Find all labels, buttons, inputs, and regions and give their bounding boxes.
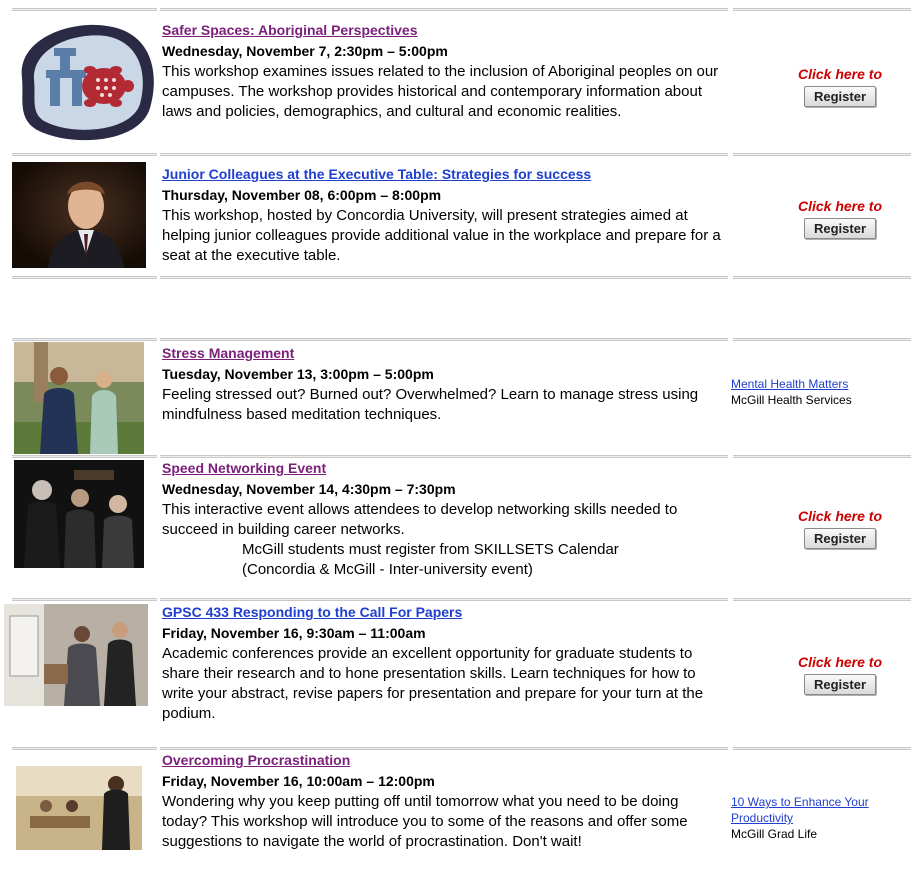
inukshuk-turtle-logo-icon (12, 18, 157, 146)
workshop-title-link[interactable]: Stress Management (162, 343, 294, 363)
divider (12, 8, 157, 11)
poster-session-photo-icon (4, 604, 148, 706)
workshop-description: Academic conferences provide an excellen… (162, 645, 704, 722)
divider (733, 338, 911, 341)
workshop-date: Friday, November 16, 9:30am – 11:00am (162, 625, 426, 641)
workshop-row: Overcoming Procrastination Friday, Novem… (0, 750, 913, 884)
divider (733, 8, 911, 11)
workshop-title-link[interactable]: Junior Colleagues at the Executive Table… (162, 164, 591, 184)
divider (12, 276, 157, 279)
workshop-row: Junior Colleagues at the Executive Table… (0, 158, 913, 278)
divider (160, 153, 728, 156)
register-button[interactable]: Register (803, 528, 877, 549)
workshop-description: This interactive event allows attendees … (162, 501, 678, 538)
workshop-description: Feeling stressed out? Burned out? Overwh… (162, 386, 699, 423)
divider (12, 338, 157, 341)
workshop-title-link[interactable]: Safer Spaces: Aboriginal Perspectives (162, 20, 417, 40)
click-here-label: Click here to (797, 198, 883, 214)
networking-photo-icon (14, 460, 144, 568)
workshop-description: This workshop examines issues related to… (162, 63, 719, 120)
divider (733, 276, 911, 279)
study-hall-photo-icon (16, 766, 142, 850)
side-source: McGill Grad Life (731, 827, 818, 841)
workshop-row: GPSC 433 Responding to the Call For Pape… (0, 602, 913, 740)
divider (12, 598, 157, 601)
side-source: McGill Health Services (731, 393, 852, 407)
workshop-date: Thursday, November 08, 6:00pm – 8:00pm (162, 187, 442, 203)
conversation-photo-icon (14, 342, 144, 454)
divider (733, 153, 911, 156)
workshop-date: Wednesday, November 7, 2:30pm – 5:00pm (162, 43, 448, 59)
register-button[interactable]: Register (803, 674, 877, 695)
divider (160, 338, 728, 341)
portrait-photo-icon (12, 162, 146, 268)
workshop-row: Speed Networking Event Wednesday, Novemb… (0, 458, 913, 594)
divider (160, 598, 728, 601)
click-here-label: Click here to (797, 508, 883, 524)
workshop-date: Wednesday, November 14, 4:30pm – 7:30pm (162, 481, 456, 497)
divider (160, 276, 728, 279)
divider (160, 8, 728, 11)
workshop-description: Wondering why you keep putting off until… (162, 793, 688, 850)
workshop-description: This workshop, hosted by Concordia Unive… (162, 207, 721, 264)
register-button[interactable]: Register (803, 86, 877, 107)
productivity-link[interactable]: 10 Ways to Enhance Your Productivity (731, 795, 869, 825)
divider (733, 598, 911, 601)
click-here-label: Click here to (797, 66, 883, 82)
workshop-row: Stress Management Tuesday, November 13, … (0, 342, 913, 454)
divider (12, 153, 157, 156)
registration-note: McGill students must register from SKILL… (242, 541, 619, 558)
workshop-date: Tuesday, November 13, 3:00pm – 5:00pm (162, 366, 434, 382)
register-button[interactable]: Register (803, 218, 877, 239)
workshop-title-link[interactable]: Overcoming Procrastination (162, 750, 350, 770)
workshop-title-link[interactable]: Speed Networking Event (162, 458, 326, 478)
mental-health-link[interactable]: Mental Health Matters (731, 377, 848, 391)
workshop-row: Safer Spaces: Aboriginal Perspectives We… (0, 14, 913, 154)
event-note: (Concordia & McGill - Inter-university e… (242, 561, 533, 578)
workshop-title-link[interactable]: GPSC 433 Responding to the Call For Pape… (162, 602, 462, 622)
click-here-label: Click here to (797, 654, 883, 670)
workshop-date: Friday, November 16, 10:00am – 12:00pm (162, 773, 435, 789)
